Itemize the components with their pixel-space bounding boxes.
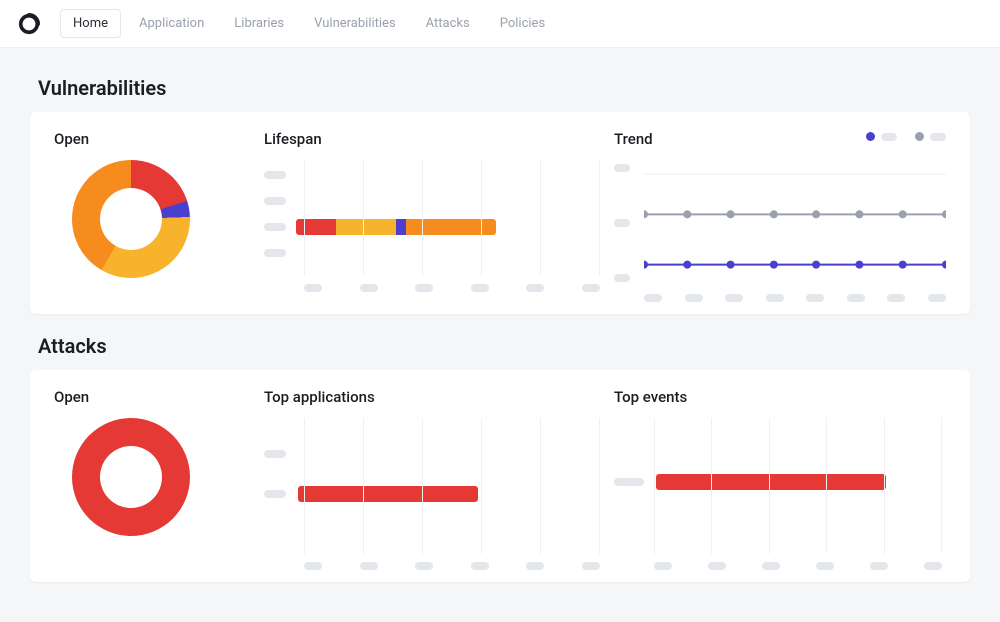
legend-item[interactable] — [866, 132, 897, 141]
axis-tick — [762, 562, 780, 570]
app-logo-icon — [18, 13, 40, 35]
top-nav: Home Application Libraries Vulnerabiliti… — [0, 0, 1000, 48]
trend-legend — [866, 132, 946, 141]
axis-tick — [816, 562, 834, 570]
panel-title: Top applications — [264, 388, 604, 406]
axis-tick — [887, 294, 905, 302]
nav-tab-policies[interactable]: Policies — [488, 10, 557, 37]
axis-label-placeholder — [264, 197, 286, 205]
axis-label-placeholder — [264, 249, 286, 257]
trend-lines-svg — [644, 164, 946, 275]
axis-tick — [614, 274, 630, 282]
section-title-attacks: Attacks — [38, 334, 970, 358]
panel-top-events: Top events — [614, 388, 946, 568]
panel-title: Top events — [614, 388, 946, 406]
panel-attacks-open: Open — [54, 388, 254, 568]
nav-tab-attacks[interactable]: Attacks — [414, 10, 482, 37]
axis-tick — [360, 284, 378, 292]
top-app-bar — [298, 486, 478, 502]
attacks-open-donut-chart[interactable] — [72, 418, 190, 536]
vuln-open-donut-chart[interactable] — [72, 160, 190, 278]
axis-tick — [304, 562, 322, 570]
axis-tick — [415, 284, 433, 292]
panel-top-applications: Top applications — [264, 388, 604, 568]
vuln-lifespan-chart[interactable] — [264, 160, 604, 290]
panel-vuln-lifespan: Lifespan — [264, 130, 604, 300]
axis-tick — [614, 219, 630, 227]
nav-tab-home[interactable]: Home — [60, 9, 121, 38]
x-axis — [304, 562, 600, 570]
axis-tick — [415, 562, 433, 570]
legend-dot-icon — [915, 132, 924, 141]
axis-tick — [526, 562, 544, 570]
axis-tick — [654, 562, 672, 570]
section-title-vulnerabilities: Vulnerabilities — [38, 76, 970, 100]
axis-tick — [582, 562, 600, 570]
nav-tab-vulnerabilities[interactable]: Vulnerabilities — [302, 10, 408, 37]
axis-tick — [725, 294, 743, 302]
top-events-chart[interactable] — [614, 418, 946, 568]
axis-tick — [685, 294, 703, 302]
axis-tick — [614, 164, 630, 172]
panel-title: Open — [54, 388, 254, 406]
axis-label-placeholder — [264, 223, 286, 231]
legend-label-placeholder — [930, 133, 946, 141]
axis-label-placeholder — [264, 450, 286, 458]
panel-title: Lifespan — [264, 130, 604, 148]
axis-tick — [526, 284, 544, 292]
axis-tick — [644, 294, 662, 302]
x-axis — [304, 284, 600, 292]
axis-tick — [582, 284, 600, 292]
axis-tick — [806, 294, 824, 302]
top-event-bar — [656, 474, 886, 490]
legend-item[interactable] — [915, 132, 946, 141]
bar-segment-red — [296, 219, 336, 235]
bar-segment-orange — [406, 219, 496, 235]
vulnerabilities-card: Open Lifespan — [30, 112, 970, 314]
legend-label-placeholder — [881, 133, 897, 141]
panel-vuln-trend: Trend — [614, 130, 946, 300]
panel-vuln-open: Open — [54, 130, 254, 300]
x-axis — [644, 294, 946, 302]
axis-label-placeholder — [264, 490, 286, 498]
y-axis — [614, 164, 640, 282]
x-axis — [654, 562, 942, 570]
legend-dot-icon — [866, 132, 875, 141]
axis-tick — [304, 284, 322, 292]
axis-tick — [708, 562, 726, 570]
axis-label-placeholder — [264, 171, 286, 179]
axis-tick — [928, 294, 946, 302]
axis-tick — [471, 284, 489, 292]
axis-tick — [360, 562, 378, 570]
axis-tick — [766, 294, 784, 302]
attacks-card: Open Top applications — [30, 370, 970, 582]
nav-tab-application[interactable]: Application — [127, 10, 216, 37]
panel-title: Open — [54, 130, 254, 148]
nav-tab-libraries[interactable]: Libraries — [222, 10, 296, 37]
bar-segment-amber — [336, 219, 396, 235]
bar-segment-indigo — [396, 219, 406, 235]
axis-tick — [870, 562, 888, 570]
top-applications-chart[interactable] — [264, 418, 604, 568]
axis-tick — [847, 294, 865, 302]
axis-tick — [471, 562, 489, 570]
axis-label-placeholder — [614, 478, 644, 486]
main-content: Vulnerabilities Open Lifespan — [0, 48, 1000, 622]
axis-tick — [924, 562, 942, 570]
lifespan-stacked-bar — [296, 219, 496, 235]
vuln-trend-chart[interactable] — [614, 160, 946, 300]
